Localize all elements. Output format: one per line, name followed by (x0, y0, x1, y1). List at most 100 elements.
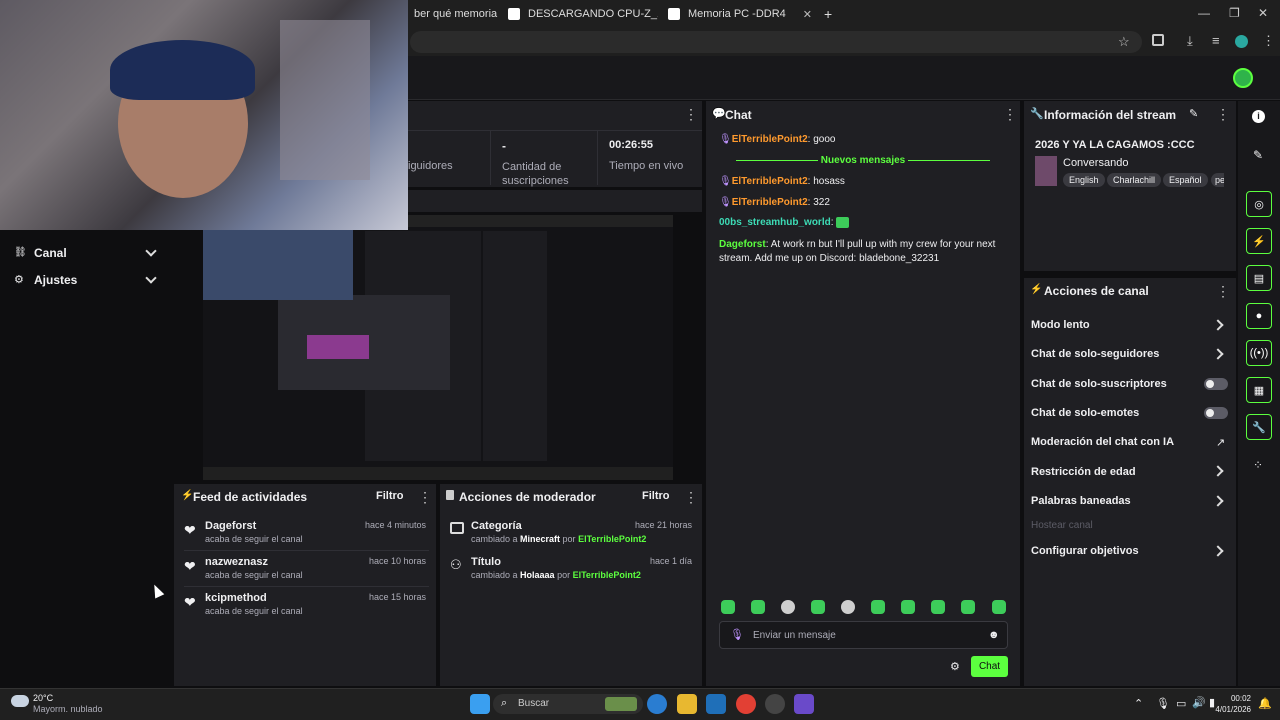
rail-document-button[interactable]: ▤ (1246, 265, 1272, 291)
url-field[interactable] (410, 31, 1142, 53)
obs-icon[interactable] (765, 694, 785, 714)
stream-tag[interactable]: pe (1211, 173, 1224, 187)
chat-username[interactable]: ElTerriblePoint2 (732, 134, 808, 145)
activity-menu-icon[interactable]: ⋮ (418, 489, 432, 506)
emote-icon[interactable] (841, 600, 855, 614)
rail-wrench-button[interactable]: 🔧 (1246, 414, 1272, 440)
maximize-button[interactable]: ❐ (1229, 6, 1240, 20)
chat-username[interactable]: ElTerriblePoint2 (732, 176, 808, 187)
sidebar-item-canal[interactable]: Canal (34, 246, 67, 260)
download-icon[interactable]: ⤓ (1187, 33, 1193, 49)
action-ai-moderation[interactable]: Moderación del chat con IA (1031, 436, 1174, 448)
rail-broadcast-button[interactable]: ((•)) (1246, 340, 1272, 366)
desc-user[interactable]: ElTerriblePoint2 (573, 570, 641, 580)
external-link-icon[interactable]: ↗ (1216, 436, 1225, 449)
chat-input[interactable]: 🎙 Enviar un mensaje ☻ (719, 621, 1008, 649)
chat-settings-icon[interactable]: ⚙ (950, 660, 960, 673)
media-icon[interactable]: ≡ (1212, 33, 1220, 48)
emote-icon[interactable] (781, 600, 795, 614)
stream-tag[interactable]: English (1063, 173, 1105, 187)
action-configure-goals[interactable]: Configurar objetivos (1031, 545, 1139, 557)
mod-action-item: Categoría cambiado a Minecraft por ElTer… (440, 516, 702, 552)
rail-layout-button[interactable]: ▦ (1246, 377, 1272, 403)
chat-username[interactable]: ElTerriblePoint2 (732, 197, 808, 208)
star-icon[interactable]: ☆ (1118, 34, 1130, 50)
browser-tab[interactable]: Memoria PC -DDR4 ✕ (662, 2, 818, 26)
activity-filter-button[interactable]: Filtro (376, 490, 404, 502)
divider (184, 586, 429, 587)
chat-send-button[interactable]: Chat (971, 656, 1008, 677)
preview-taskbar (203, 467, 673, 480)
edge-icon[interactable] (647, 694, 667, 714)
activity-time: hace 4 minutos (364, 520, 426, 530)
info-icon[interactable]: i (1252, 110, 1265, 123)
file-explorer-icon[interactable] (677, 694, 697, 714)
rail-lightning-button[interactable]: ⚡ (1246, 228, 1272, 254)
mod-menu-icon[interactable]: ⋮ (684, 489, 698, 506)
new-tab-button[interactable]: + (824, 6, 832, 22)
chat-menu-icon[interactable]: ⋮ (1003, 106, 1017, 123)
emote-icon[interactable] (961, 600, 975, 614)
menu-icon[interactable]: ⋮ (1262, 33, 1275, 49)
divider (408, 130, 702, 131)
windows-start-icon[interactable] (470, 694, 490, 714)
rail-camera-button[interactable]: ◎ (1246, 191, 1272, 217)
emote-icon[interactable] (901, 600, 915, 614)
taskbar-search[interactable]: ⌕ Buscar (493, 694, 643, 714)
sidebar-item-ajustes[interactable]: Ajustes (34, 273, 77, 287)
search-highlight-image (605, 697, 637, 711)
store-icon[interactable] (706, 694, 726, 714)
subs-only-toggle[interactable] (1204, 378, 1228, 390)
taskbar-time[interactable]: 00:02 (1214, 694, 1251, 703)
activity-desc: acaba de seguir el canal (205, 570, 303, 580)
emoji-icon[interactable]: ☻ (988, 629, 1000, 641)
emote-icon[interactable] (931, 600, 945, 614)
emote-icon[interactable] (751, 600, 765, 614)
chevron-up-icon[interactable]: ⌃ (1134, 697, 1143, 710)
network-icon[interactable]: ▭ (1176, 697, 1186, 710)
browser-tab[interactable]: ber qué memoria R✕ (408, 2, 500, 26)
browser-tab[interactable]: DESCARGANDO CPU-Z_1.04-W✕ (502, 2, 658, 26)
app-icon[interactable] (794, 694, 814, 714)
close-icon[interactable]: ✕ (803, 8, 812, 21)
stream-tag[interactable]: Español (1163, 173, 1208, 187)
profile-avatar[interactable] (1235, 35, 1248, 48)
mic-icon: 🎙 (719, 134, 732, 145)
minimize-button[interactable]: — (1198, 6, 1210, 20)
mic-icon[interactable]: 🎙 (730, 628, 744, 641)
user-avatar[interactable] (1233, 68, 1253, 88)
channel-actions-menu-icon[interactable]: ⋮ (1216, 283, 1230, 300)
emote-icon[interactable] (992, 600, 1006, 614)
emotes-only-toggle[interactable] (1204, 407, 1228, 419)
more-icon[interactable]: ⁘ (1253, 458, 1263, 472)
volume-icon[interactable]: 🔊 (1192, 696, 1206, 709)
microphone-icon[interactable]: 🎙 (1156, 697, 1170, 710)
weather-temp[interactable]: 20°C (33, 693, 53, 703)
action-age-restriction[interactable]: Restricción de edad (1031, 466, 1136, 478)
action-slow-mode[interactable]: Modo lento (1031, 319, 1090, 331)
taskbar-date[interactable]: 4/01/2026 (1209, 705, 1251, 714)
action-emotes-only: Chat de solo-emotes (1031, 407, 1140, 419)
pencil-icon[interactable]: ✎ (1253, 148, 1263, 162)
action-followers-only[interactable]: Chat de solo-seguidores (1031, 348, 1159, 360)
chat-text: : hosass (807, 176, 845, 187)
rail-chat-button[interactable]: ● (1246, 303, 1272, 329)
chat-username[interactable]: Dageforst (719, 239, 766, 250)
chrome-icon[interactable] (736, 694, 756, 714)
close-window-button[interactable]: ✕ (1258, 6, 1268, 20)
desc-user[interactable]: ElTerriblePoint2 (578, 534, 646, 544)
mod-filter-button[interactable]: Filtro (642, 490, 670, 502)
extensions-icon[interactable] (1152, 34, 1164, 46)
search-icon: ⌕ (501, 697, 508, 709)
chat-username[interactable]: 00bs_streamhub_world (719, 217, 831, 228)
stream-tag[interactable]: Charlachill (1107, 173, 1162, 187)
edit-icon[interactable]: ✎ (1189, 107, 1198, 120)
emote-icon[interactable] (811, 600, 825, 614)
live-time-label: Tiempo en vivo (609, 160, 684, 172)
action-banned-words[interactable]: Palabras baneadas (1031, 495, 1131, 507)
emote-icon[interactable] (721, 600, 735, 614)
stream-info-menu-icon[interactable]: ⋮ (1216, 106, 1230, 123)
stats-menu-icon[interactable]: ⋮ (684, 106, 698, 123)
emote-icon[interactable] (871, 600, 885, 614)
notification-icon[interactable]: 🔔 (1258, 697, 1272, 710)
